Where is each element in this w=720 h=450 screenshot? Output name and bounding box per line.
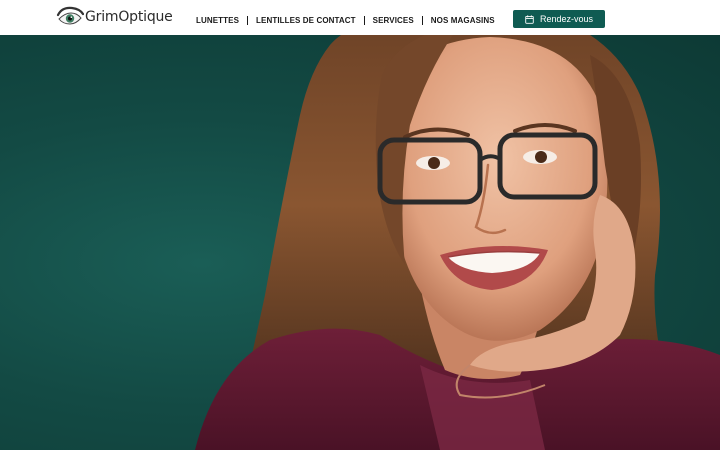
nav-divider [363, 15, 365, 25]
main-nav: LUNETTES LENTILLES DE CONTACT SERVICES N… [196, 14, 495, 26]
nav-item-services[interactable]: SERVICES [373, 16, 414, 25]
hero-banner [0, 35, 720, 450]
nav-divider [247, 15, 249, 25]
eye-icon [56, 6, 84, 25]
nav-item-nos-magasins[interactable]: NOS MAGASINS [431, 16, 495, 25]
nav-item-lunettes[interactable]: LUNETTES [196, 16, 239, 25]
nav-item-lentilles-de-contact[interactable]: LENTILLES DE CONTACT [256, 16, 356, 25]
appointment-button-label: Rendez-vous [539, 14, 594, 24]
appointment-button[interactable]: Rendez-vous [513, 10, 605, 28]
site-header: GrimOptique LUNETTES LENTILLES DE CONTAC… [0, 0, 720, 35]
smiling-woman-with-glasses-photo [195, 35, 720, 450]
nav-divider [421, 15, 423, 25]
brand-logo[interactable]: GrimOptique [56, 6, 173, 28]
calendar-icon [525, 14, 534, 24]
brand-name: GrimOptique [85, 9, 173, 25]
